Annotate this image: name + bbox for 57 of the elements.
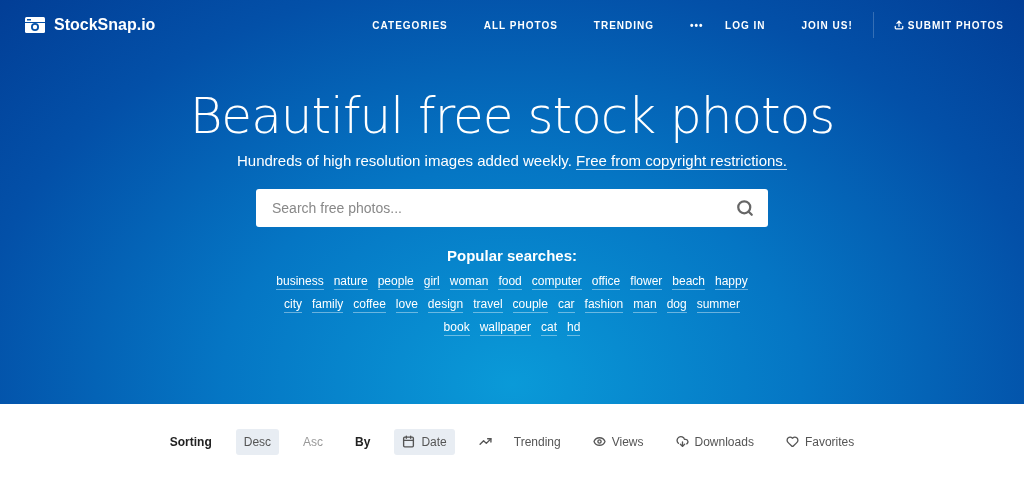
cloud-download-icon [675,435,689,448]
search-tag-link[interactable]: girl [423,274,440,290]
upload-icon [893,20,904,30]
search-tag-link[interactable]: fashion [584,297,624,313]
search-tag-link[interactable]: love [395,297,418,313]
search-field[interactable]: Search free photos... [256,189,768,227]
heart-icon [785,435,799,448]
search-tag-link[interactable]: hd [567,320,581,336]
sort-field-button[interactable]: Trending [470,428,569,455]
calendar-icon [402,435,416,448]
search-tag-link[interactable]: people [377,274,414,290]
search-tag-link[interactable]: book [443,320,470,336]
camera-logo-icon [24,16,46,34]
search-tag-link[interactable]: business [276,274,324,290]
submit-photos-link[interactable]: SUBMIT PHOTOS [893,19,1004,31]
search-tag-link[interactable]: family [312,297,344,313]
sort-field-button[interactable]: Views [584,428,652,455]
search-icon[interactable] [736,199,754,217]
sort-field-button[interactable]: Date [394,428,455,455]
nav-link[interactable]: ALL PHOTOS [483,19,558,31]
nav-link[interactable]: CATEGORIES [372,19,448,31]
search-tag-link[interactable]: travel [473,297,503,313]
sort-field-button[interactable]: Downloads [667,428,762,455]
search-tag-link[interactable]: design [427,297,464,313]
hero-subtitle: Hundreds of high resolution images added weekly. Free from copyright restrictions. [237,152,787,169]
sort-order-button[interactable]: Desc [235,428,280,455]
search-tag-link[interactable]: food [498,274,522,290]
search-tag-link[interactable]: man [633,297,657,313]
search-tag-link[interactable]: flower [630,274,663,290]
sort-field-button[interactable]: Favorites [777,428,863,455]
search-tag-link[interactable]: beach [672,274,705,290]
nav-link[interactable]: JOIN US! [801,19,853,31]
trend-line-icon [478,435,492,448]
search-tag-link[interactable]: dog [666,297,687,313]
search-tag-link[interactable]: car [557,297,575,313]
by-label: By [355,434,371,449]
popular-heading: Popular searches: [446,247,578,264]
nav-link[interactable]: LOG IN [725,19,766,31]
brand-name[interactable]: StockSnap.io [54,16,156,34]
search-tag-link[interactable]: happy [715,274,748,290]
search-tag-link[interactable]: nature [333,274,368,290]
search-tag-link[interactable]: coffee [353,297,386,313]
search-tag-link[interactable]: cat [541,320,558,336]
nav-link[interactable]: ••• [690,19,704,31]
sort-order-button[interactable]: Asc [295,428,332,455]
nav-link[interactable]: TRENDING [593,19,655,31]
search-tag-link[interactable]: office [591,274,621,290]
search-tag-link[interactable]: woman [449,274,489,290]
search-tag-link[interactable]: couple [512,297,548,313]
sorting-label: Sorting [169,434,212,449]
copyright-link[interactable]: Free from copyright restrictions. [576,152,787,170]
eye-icon [592,435,606,448]
search-tag-link[interactable]: city [284,297,302,313]
search-tag-link[interactable]: wallpaper [479,320,531,336]
hero-title: Beautiful free stock photos [189,86,835,146]
search-tag-link[interactable]: summer [696,297,740,313]
search-tag-link[interactable]: computer [531,274,582,290]
